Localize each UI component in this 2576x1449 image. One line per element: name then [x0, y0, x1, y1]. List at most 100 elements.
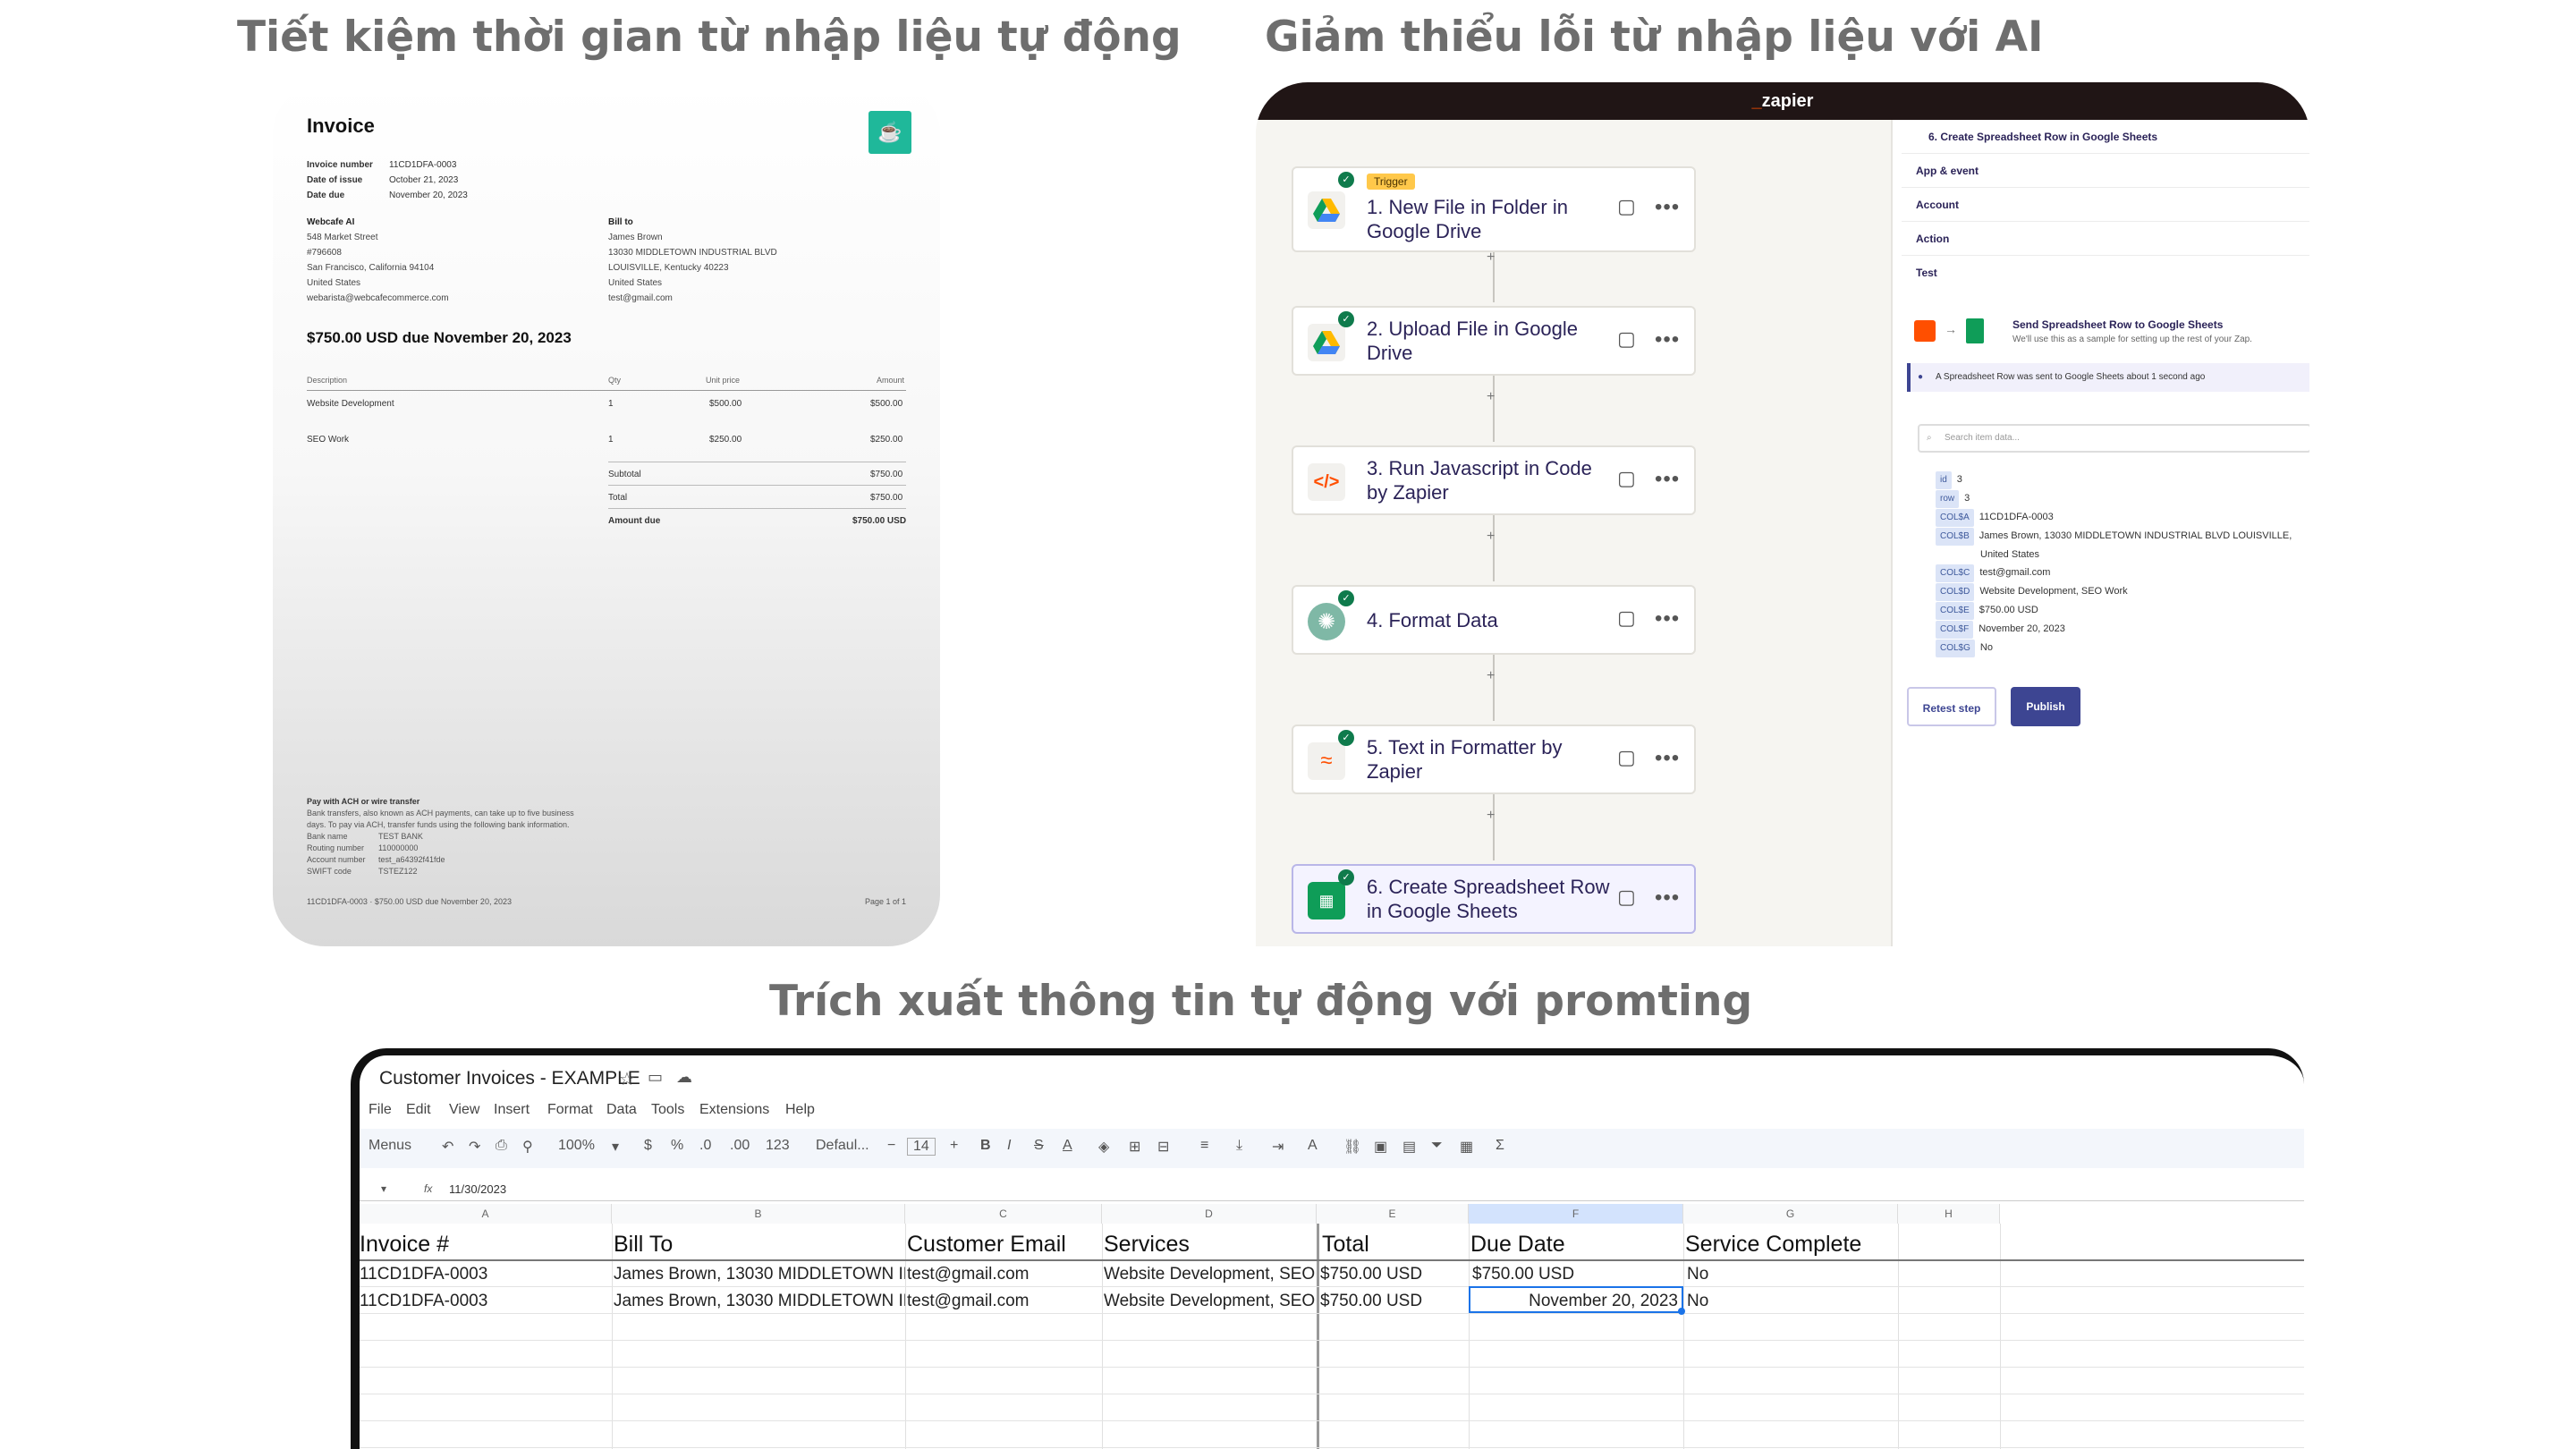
paint-format-icon[interactable]: ⚲ [522, 1138, 533, 1156]
sheet-title[interactable]: Customer Invoices - EXAMPLE [379, 1068, 640, 1089]
col-header-e[interactable]: E [1317, 1204, 1469, 1224]
name-box-dropdown-icon[interactable]: ▾ [381, 1182, 386, 1195]
search-item-input[interactable]: ⌕ Search item data... [1918, 424, 2309, 453]
cell-due-date-selected[interactable]: November 20, 2023 [1469, 1286, 1683, 1313]
align-icon[interactable]: ≡ [1200, 1138, 1208, 1154]
filter-icon[interactable]: ⏷ [1431, 1138, 1443, 1154]
comment-icon[interactable]: ▣ [1374, 1138, 1387, 1156]
more-icon[interactable]: ••• [1655, 746, 1680, 771]
cell-services[interactable]: Website Development, SEO Work [1104, 1261, 1317, 1288]
col-header-c[interactable]: C [905, 1204, 1102, 1224]
col-header-a[interactable]: A [360, 1204, 612, 1224]
more-icon[interactable]: ••• [1655, 467, 1680, 492]
star-icon[interactable]: ☆ [619, 1068, 635, 1090]
zap-step-1[interactable]: ✓ Trigger 1. New File in Folder in Googl… [1292, 166, 1696, 252]
add-step-plus[interactable]: + [1487, 668, 1495, 684]
fill-handle[interactable] [1678, 1308, 1685, 1315]
header-due-date[interactable]: Due Date [1470, 1231, 1682, 1258]
comment-icon[interactable]: ▢ [1617, 195, 1636, 218]
views-icon[interactable]: ▦ [1460, 1138, 1473, 1156]
italic-icon[interactable]: I [1007, 1138, 1011, 1154]
menu-tools[interactable]: Tools [651, 1102, 684, 1118]
wrap-icon[interactable]: ⇥ [1272, 1138, 1284, 1156]
zap-canvas[interactable]: + + + + + ✓ Trigger 1. New File in Folde… [1256, 120, 1891, 946]
decrease-decimal-icon[interactable]: .0 [699, 1138, 711, 1154]
header-service-complete[interactable]: Service Complete [1685, 1231, 1896, 1258]
publish-button[interactable]: Publish [2011, 687, 2080, 726]
col-header-g[interactable]: G [1683, 1204, 1898, 1224]
menu-view[interactable]: View [449, 1102, 479, 1118]
comment-icon[interactable]: ▢ [1617, 467, 1636, 490]
chart-icon[interactable]: ▤ [1402, 1138, 1416, 1156]
cell-invoice[interactable]: 11CD1DFA-0003 [360, 1261, 610, 1288]
dropdown-icon[interactable]: ▾ [612, 1138, 619, 1156]
zap-step-6[interactable]: ▦ ✓ 6. Create Spreadsheet Row in Google … [1292, 864, 1696, 934]
cell-bill-to[interactable]: James Brown, 13030 MIDDLETOWN INDUSTRIAL… [614, 1261, 905, 1288]
menus-search[interactable]: Menus [369, 1138, 411, 1154]
redo-icon[interactable]: ↷ [469, 1138, 480, 1156]
menu-data[interactable]: Data [606, 1102, 637, 1118]
comment-icon[interactable]: ▢ [1617, 886, 1636, 909]
menu-help[interactable]: Help [785, 1102, 815, 1118]
header-services[interactable]: Services [1104, 1231, 1315, 1258]
menu-insert[interactable]: Insert [494, 1102, 530, 1118]
strikethrough-icon[interactable]: S [1034, 1138, 1044, 1154]
comment-icon[interactable]: ▢ [1617, 746, 1636, 769]
cell-service-complete[interactable]: No [1687, 1261, 1896, 1288]
cell-email[interactable]: test@gmail.com [907, 1288, 1100, 1315]
menu-file[interactable]: File [369, 1102, 392, 1118]
cell-invoice[interactable]: 11CD1DFA-0003 [360, 1288, 610, 1315]
cloud-icon[interactable]: ☁ [676, 1068, 692, 1087]
add-step-plus[interactable]: + [1487, 808, 1495, 824]
cell-due-date[interactable]: $750.00 USD [1472, 1261, 1682, 1288]
header-total[interactable]: Total [1322, 1231, 1467, 1258]
cell-services[interactable]: Website Development, SEO Work [1104, 1288, 1317, 1315]
more-icon[interactable]: ••• [1655, 606, 1680, 631]
comment-icon[interactable]: ▢ [1617, 327, 1636, 351]
font-size-input[interactable]: 14 [907, 1138, 936, 1156]
more-icon[interactable]: ••• [1655, 195, 1680, 220]
menu-extensions[interactable]: Extensions [699, 1102, 769, 1118]
add-step-plus[interactable]: + [1487, 529, 1495, 545]
percent-icon[interactable]: % [671, 1138, 683, 1154]
formula-bar[interactable]: 11/30/2023 [449, 1182, 506, 1196]
header-bill-to[interactable]: Bill To [614, 1231, 900, 1258]
menu-edit[interactable]: Edit [406, 1102, 431, 1118]
col-header-h[interactable]: H [1898, 1204, 2000, 1224]
font-increase-icon[interactable]: + [950, 1138, 958, 1154]
cell-bill-to[interactable]: James Brown, 13030 MIDDLETOWN INDUSTRIAL… [614, 1288, 905, 1315]
section-account[interactable]: Account [1902, 188, 2309, 222]
text-color-icon[interactable]: A [1063, 1138, 1072, 1154]
link-icon[interactable]: ⛓ [1343, 1138, 1361, 1156]
cell-service-complete[interactable]: No [1687, 1288, 1896, 1315]
section-test[interactable]: Test [1902, 256, 2309, 290]
more-icon[interactable]: ••• [1655, 886, 1680, 911]
cell-total[interactable]: $750.00 USD [1320, 1288, 1467, 1315]
zap-step-4[interactable]: ✺ ✓ 4. Format Data ▢ ••• [1292, 585, 1696, 655]
zap-step-5[interactable]: ≈ ✓ 5. Text in Formatter by Zapier ▢ ••• [1292, 724, 1696, 794]
add-step-plus[interactable]: + [1487, 389, 1495, 405]
increase-decimal-icon[interactable]: .00 [730, 1138, 750, 1154]
section-app-event[interactable]: App & event [1902, 154, 2309, 188]
currency-icon[interactable]: $ [644, 1138, 652, 1154]
more-formats-icon[interactable]: 123 [766, 1138, 790, 1154]
zoom-select[interactable]: 100% [558, 1138, 595, 1154]
font-select[interactable]: Defaul... [816, 1138, 869, 1154]
rotate-icon[interactable]: A [1308, 1138, 1318, 1154]
col-header-b[interactable]: B [612, 1204, 905, 1224]
undo-icon[interactable]: ↶ [442, 1138, 453, 1156]
font-decrease-icon[interactable]: − [887, 1138, 895, 1154]
folder-icon[interactable]: ▭ [648, 1068, 663, 1087]
col-header-f[interactable]: F [1469, 1204, 1683, 1224]
col-header-d[interactable]: D [1102, 1204, 1317, 1224]
fill-color-icon[interactable]: ◈ [1098, 1138, 1109, 1156]
cell-email[interactable]: test@gmail.com [907, 1261, 1100, 1288]
functions-icon[interactable]: Σ [1496, 1138, 1504, 1154]
borders-icon[interactable]: ⊞ [1129, 1138, 1140, 1156]
print-icon[interactable]: ⎙ [496, 1138, 507, 1154]
more-icon[interactable]: ••• [1655, 327, 1680, 352]
zap-step-3[interactable]: </> 3. Run Javascript in Code by Zapier … [1292, 445, 1696, 515]
zap-step-2[interactable]: ✓ 2. Upload File in Google Drive ▢ ••• [1292, 306, 1696, 376]
header-customer-email[interactable]: Customer Email [907, 1231, 1100, 1258]
comment-icon[interactable]: ▢ [1617, 606, 1636, 630]
